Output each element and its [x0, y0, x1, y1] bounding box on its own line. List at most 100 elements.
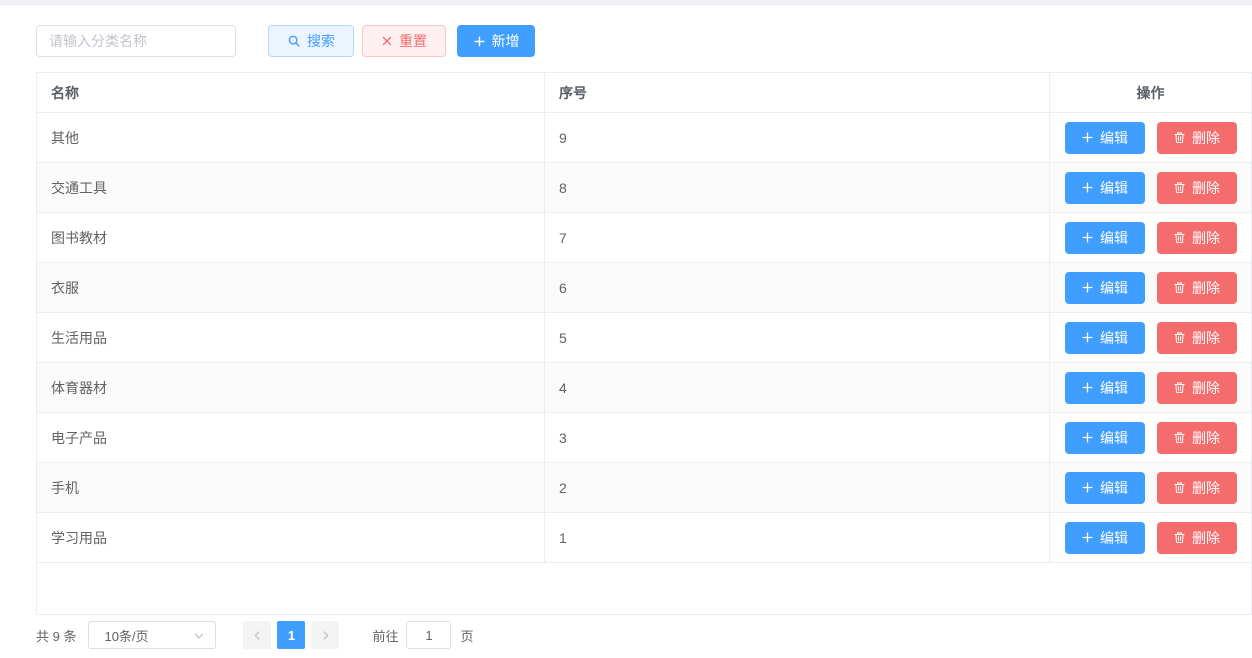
- cell-actions: 编辑 删除: [1050, 413, 1251, 462]
- cell-order: 3: [545, 413, 1050, 462]
- plus-icon: [1082, 532, 1093, 543]
- pagination: 共 9 条 10条/页 1 前往 页: [36, 621, 1252, 649]
- cell-order: 7: [545, 213, 1050, 262]
- cell-name: 生活用品: [37, 313, 545, 362]
- edit-button-label: 编辑: [1100, 229, 1128, 246]
- plus-icon: [1082, 432, 1093, 443]
- page-unit-label: 页: [460, 628, 474, 644]
- edit-button-label: 编辑: [1100, 129, 1128, 146]
- plus-icon: [1082, 182, 1093, 193]
- prev-page-button[interactable]: [243, 621, 272, 649]
- table-header-row: 名称 序号 操作: [37, 73, 1251, 113]
- category-management-page: 搜索 重置 新增 名称 序号 操作 其他 9: [0, 25, 1252, 649]
- add-button[interactable]: 新增: [457, 25, 535, 57]
- delete-button[interactable]: 删除: [1156, 171, 1237, 204]
- category-table: 名称 序号 操作 其他 9 编辑 删除 交通工具 8 编辑 删除 图书教材 7 …: [36, 72, 1252, 615]
- table-row: 体育器材 4 编辑 删除: [37, 363, 1251, 413]
- delete-button[interactable]: 删除: [1156, 121, 1237, 154]
- page-size-select[interactable]: 10条/页: [88, 621, 217, 649]
- cell-name: 电子产品: [37, 413, 545, 462]
- trash-icon: [1174, 382, 1185, 393]
- table-body: 其他 9 编辑 删除 交通工具 8 编辑 删除 图书教材 7 编辑 删除 衣服 …: [37, 113, 1251, 563]
- cell-actions: 编辑 删除: [1050, 113, 1251, 162]
- add-button-label: 新增: [491, 33, 520, 49]
- cell-actions: 编辑 删除: [1050, 313, 1251, 362]
- cell-name: 交通工具: [37, 163, 545, 212]
- cell-name: 学习用品: [37, 513, 545, 562]
- edit-button[interactable]: 编辑: [1064, 421, 1145, 454]
- delete-button-label: 删除: [1192, 479, 1220, 496]
- edit-button[interactable]: 编辑: [1064, 121, 1145, 154]
- edit-button[interactable]: 编辑: [1064, 321, 1145, 354]
- table-row: 图书教材 7 编辑 删除: [37, 213, 1251, 263]
- close-icon: [382, 36, 392, 46]
- delete-button[interactable]: 删除: [1156, 321, 1237, 354]
- trash-icon: [1174, 332, 1185, 343]
- reset-button-label: 重置: [399, 33, 427, 49]
- delete-button-label: 删除: [1192, 129, 1220, 146]
- delete-button-label: 删除: [1192, 229, 1220, 246]
- reset-button[interactable]: 重置: [362, 25, 446, 57]
- trash-icon: [1174, 182, 1185, 193]
- delete-button-label: 删除: [1192, 429, 1220, 446]
- delete-button[interactable]: 删除: [1156, 471, 1237, 504]
- toolbar: 搜索 重置 新增: [36, 25, 1252, 57]
- edit-button[interactable]: 编辑: [1064, 271, 1145, 304]
- cell-name: 衣服: [37, 263, 545, 312]
- trash-icon: [1174, 282, 1185, 293]
- trash-icon: [1174, 232, 1185, 243]
- delete-button[interactable]: 删除: [1156, 421, 1237, 454]
- cell-order: 8: [545, 163, 1050, 212]
- edit-button[interactable]: 编辑: [1064, 171, 1145, 204]
- delete-button-label: 删除: [1192, 529, 1220, 546]
- cell-actions: 编辑 删除: [1050, 213, 1251, 262]
- delete-button[interactable]: 删除: [1156, 371, 1237, 404]
- cell-order: 1: [545, 513, 1050, 562]
- table-row: 电子产品 3 编辑 删除: [37, 413, 1251, 463]
- page-number-button[interactable]: 1: [277, 621, 306, 649]
- trash-icon: [1174, 432, 1185, 443]
- delete-button[interactable]: 删除: [1156, 521, 1237, 554]
- delete-button[interactable]: 删除: [1156, 271, 1237, 304]
- edit-button[interactable]: 编辑: [1064, 371, 1145, 404]
- trash-icon: [1174, 132, 1185, 143]
- table-row: 学习用品 1 编辑 删除: [37, 513, 1251, 563]
- cell-actions: 编辑 删除: [1050, 463, 1251, 512]
- cell-order: 9: [545, 113, 1050, 162]
- column-header-name: 名称: [37, 73, 545, 112]
- cell-actions: 编辑 删除: [1050, 263, 1251, 312]
- trash-icon: [1174, 482, 1185, 493]
- edit-button-label: 编辑: [1100, 429, 1128, 446]
- search-button[interactable]: 搜索: [268, 25, 354, 57]
- search-icon: [288, 35, 300, 47]
- plus-icon: [1082, 382, 1093, 393]
- search-button-label: 搜索: [307, 33, 335, 49]
- cell-name: 图书教材: [37, 213, 545, 262]
- chevron-down-icon: [195, 633, 204, 639]
- goto-page-input[interactable]: [406, 621, 452, 649]
- top-strip: [0, 0, 1252, 5]
- edit-button[interactable]: 编辑: [1064, 521, 1145, 554]
- edit-button-label: 编辑: [1100, 529, 1128, 546]
- edit-button-label: 编辑: [1100, 379, 1128, 396]
- plus-icon: [1082, 282, 1093, 293]
- edit-button-label: 编辑: [1100, 279, 1128, 296]
- chevron-right-icon: [323, 630, 329, 640]
- cell-order: 2: [545, 463, 1050, 512]
- edit-button[interactable]: 编辑: [1064, 221, 1145, 254]
- table-row: 生活用品 5 编辑 删除: [37, 313, 1251, 363]
- plus-icon: [473, 35, 485, 47]
- column-header-actions: 操作: [1136, 84, 1165, 101]
- table-row: 手机 2 编辑 删除: [37, 463, 1251, 513]
- cell-name: 体育器材: [37, 363, 545, 412]
- next-page-button[interactable]: [311, 621, 340, 649]
- table-row: 衣服 6 编辑 删除: [37, 263, 1251, 313]
- category-name-input[interactable]: [36, 25, 236, 57]
- cell-name: 其他: [37, 113, 545, 162]
- chevron-left-icon: [254, 630, 260, 640]
- cell-actions: 编辑 删除: [1050, 363, 1251, 412]
- edit-button[interactable]: 编辑: [1064, 471, 1145, 504]
- plus-icon: [1082, 232, 1093, 243]
- column-header-order: 序号: [545, 73, 1050, 112]
- delete-button[interactable]: 删除: [1156, 221, 1237, 254]
